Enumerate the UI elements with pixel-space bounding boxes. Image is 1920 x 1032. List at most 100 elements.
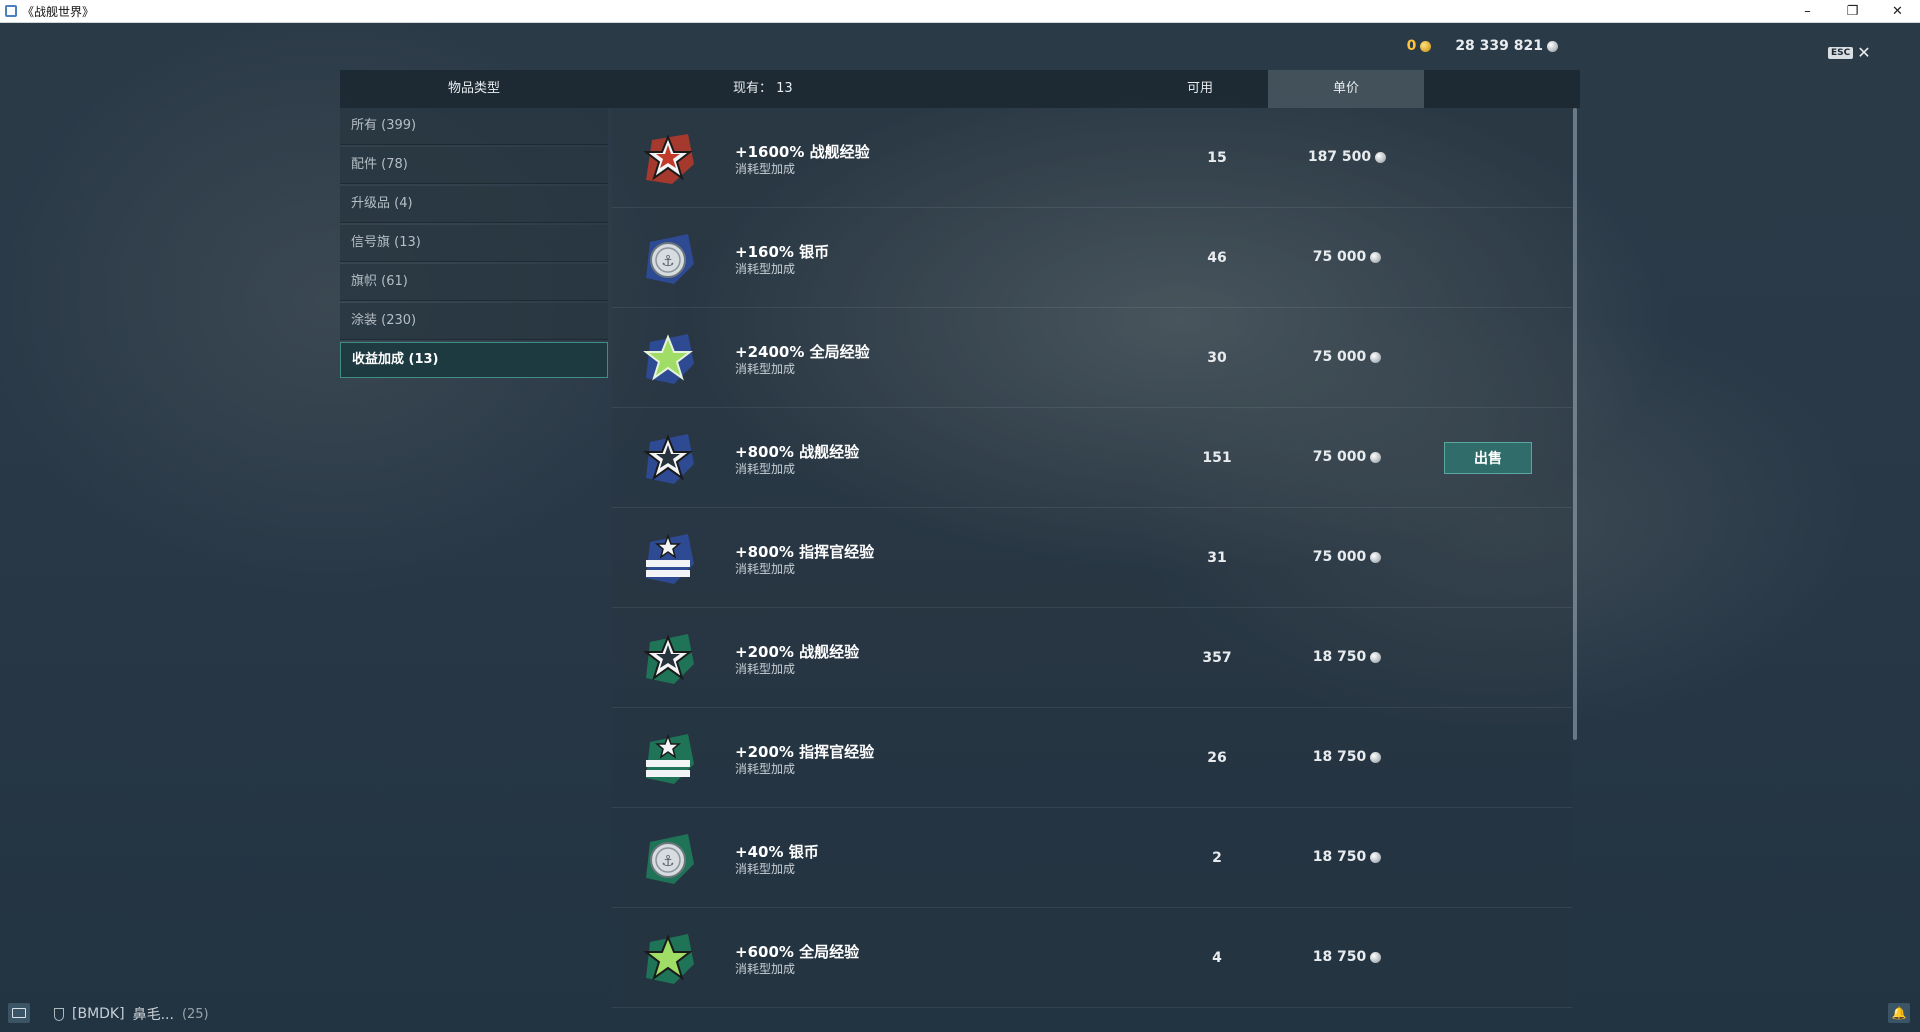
silver-coin-icon <box>1547 40 1558 52</box>
item-price-value: 18 750 <box>1312 649 1367 665</box>
item-list: +1600% 战舰经验 消耗型加成 15 187 500 ⚓ +160% 银币 … <box>612 108 1572 1013</box>
item-available: 357 <box>1202 650 1232 666</box>
item-name: +800% 战舰经验 <box>735 443 860 461</box>
notification-bell-icon[interactable]: 🔔 <box>1888 1003 1910 1023</box>
item-price: 75 000 <box>1272 449 1422 465</box>
item-type: 消耗型加成 <box>735 862 796 876</box>
commander-icon <box>646 733 694 784</box>
item-name: +1600% 战舰经验 <box>735 143 870 161</box>
item-type: 消耗型加成 <box>735 662 796 676</box>
sidebar-item-camouflage[interactable]: 涂装 (230) <box>340 303 608 340</box>
item-name: +600% 全局经验 <box>735 943 860 961</box>
svg-text:⚓: ⚓ <box>661 252 674 270</box>
esc-close[interactable]: ESC ✕ <box>1828 43 1871 62</box>
silver-coin-icon <box>1370 752 1382 763</box>
item-name: +2400% 全局经验 <box>735 343 870 361</box>
header-unit-price-sort[interactable]: 单价 <box>1268 70 1424 108</box>
silver-value: 28 339 821 <box>1455 38 1543 54</box>
list-item[interactable]: +800% 战舰经验 消耗型加成 151 75 000 出售 <box>612 408 1572 508</box>
sidebar-item-upgrades[interactable]: 升级品 (4) <box>340 186 608 223</box>
list-scrollbar[interactable] <box>1573 108 1577 740</box>
commander-icon <box>646 533 694 584</box>
player-name: 鼻毛... <box>132 1007 174 1023</box>
header-available-sort[interactable]: 可用 <box>1160 70 1240 108</box>
list-item[interactable]: +600% 全局经验 消耗型加成 4 18 750 <box>612 908 1572 1008</box>
table-header: 物品类型 现有： 13 可用 单价 <box>340 70 1580 108</box>
item-price: 75 000 <box>1272 349 1422 365</box>
item-available: 4 <box>1212 950 1222 966</box>
sidebar-item-economic-bonuses[interactable]: 收益加成 (13) <box>340 342 608 378</box>
list-item[interactable]: +800% 指挥官经验 消耗型加成 31 75 000 <box>612 508 1572 608</box>
item-price: 75 000 <box>1272 249 1422 265</box>
item-name: +200% 指挥官经验 <box>735 743 875 761</box>
item-available: 30 <box>1207 350 1227 366</box>
clan-tag: [BMDK] <box>72 1006 125 1022</box>
item-available: 151 <box>1202 450 1232 466</box>
silver-coin-icon <box>1370 252 1382 263</box>
app-icon <box>5 5 17 17</box>
chat-icon <box>12 1008 26 1018</box>
silver-coin-icon <box>1370 852 1382 863</box>
item-price-value: 18 750 <box>1312 749 1367 765</box>
chat-button[interactable] <box>8 1003 30 1023</box>
category-sidebar: 所有 (399) 配件 (78) 升级品 (4) 信号旗 (13) 旗帜 (61… <box>340 108 608 380</box>
silver-coin-icon <box>1375 152 1387 163</box>
header-count-value: 13 <box>776 81 793 96</box>
item-available: 46 <box>1207 250 1227 266</box>
star-icon <box>643 334 694 384</box>
header-count-label: 现有： <box>733 81 773 96</box>
item-name: +160% 银币 <box>735 243 830 261</box>
close-icon[interactable]: ✕ <box>1857 43 1870 62</box>
item-type: 消耗型加成 <box>735 962 796 976</box>
window-title: 《战舰世界》 <box>22 4 95 19</box>
gold-value: 0 <box>1406 38 1417 54</box>
sidebar-item-all[interactable]: 所有 (399) <box>340 108 608 145</box>
item-price-value: 18 750 <box>1312 849 1367 865</box>
item-price-value: 75 000 <box>1312 349 1367 365</box>
item-price: 18 750 <box>1272 749 1422 765</box>
restore-button[interactable]: ❐ <box>1830 0 1875 22</box>
item-price: 187 500 <box>1272 149 1422 165</box>
sidebar-item-modules[interactable]: 配件 (78) <box>340 147 608 184</box>
item-price-value: 187 500 <box>1307 149 1372 165</box>
item-available: 2 <box>1212 850 1222 866</box>
sidebar-item-signals[interactable]: 信号旗 (13) <box>340 225 608 262</box>
window-titlebar: 《战舰世界》 – ❐ ✕ <box>0 0 1920 23</box>
online-count: (25) <box>181 1006 209 1022</box>
item-type: 消耗型加成 <box>735 762 796 776</box>
item-price-value: 75 000 <box>1312 249 1367 265</box>
silver-coin-icon: ⚓ <box>646 834 694 884</box>
item-name: +40% 银币 <box>735 843 819 861</box>
item-available: 26 <box>1207 750 1227 766</box>
star-icon <box>643 434 694 484</box>
silver-coin-icon <box>1370 552 1382 563</box>
minimize-button[interactable]: – <box>1785 0 1830 22</box>
list-item[interactable]: +200% 战舰经验 消耗型加成 357 18 750 <box>612 608 1572 708</box>
list-item[interactable]: ⚓ +160% 银币 消耗型加成 46 75 000 <box>612 208 1572 308</box>
gold-coin-icon <box>1420 40 1432 52</box>
list-item[interactable]: +200% 指挥官经验 消耗型加成 26 18 750 <box>612 708 1572 808</box>
header-count: 现有： 13 <box>733 70 793 108</box>
list-item[interactable]: ⚓ +40% 银币 消耗型加成 2 18 750 <box>612 808 1572 908</box>
item-type: 消耗型加成 <box>735 362 796 376</box>
gold-amount: 0 <box>1407 38 1432 54</box>
chat-channel[interactable]: [BMDK] 鼻毛... (25) <box>54 1004 209 1024</box>
item-type: 消耗型加成 <box>735 562 796 576</box>
close-window-button[interactable]: ✕ <box>1875 0 1920 22</box>
star-icon <box>643 634 694 684</box>
list-item[interactable]: +2400% 全局经验 消耗型加成 30 75 000 <box>612 308 1572 408</box>
item-price: 75 000 <box>1272 549 1422 565</box>
item-type: 消耗型加成 <box>735 162 796 176</box>
list-item[interactable]: +1600% 战舰经验 消耗型加成 15 187 500 <box>612 108 1572 208</box>
item-price: 18 750 <box>1272 849 1422 865</box>
esc-key-label: ESC <box>1828 46 1854 59</box>
sidebar-item-flags[interactable]: 旗帜 (61) <box>340 264 608 301</box>
sell-button[interactable]: 出售 <box>1444 442 1532 474</box>
item-available: 31 <box>1207 550 1227 566</box>
header-item-type: 物品类型 <box>447 81 500 96</box>
item-price: 18 750 <box>1272 949 1422 965</box>
clan-shield-icon <box>54 1007 64 1021</box>
silver-coin-icon <box>1370 952 1382 963</box>
item-available: 15 <box>1207 150 1227 166</box>
item-type: 消耗型加成 <box>735 462 796 476</box>
